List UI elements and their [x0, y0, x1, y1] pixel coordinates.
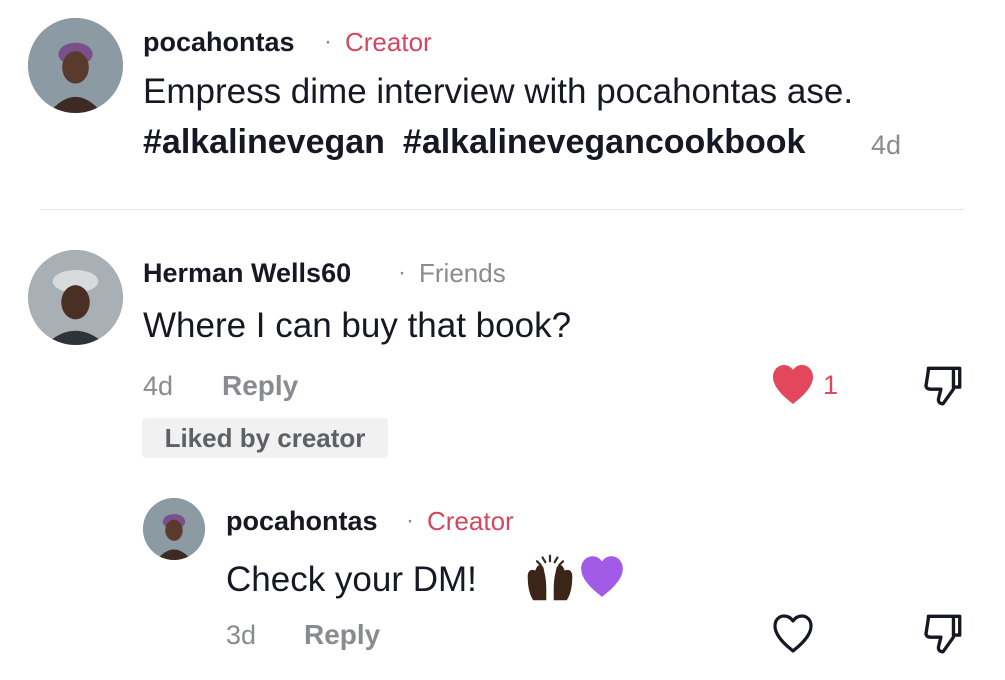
- separator-dot: ·: [406, 507, 414, 534]
- post-author-avatar[interactable]: [28, 18, 123, 113]
- comment-like-count: 1: [823, 370, 839, 400]
- reply-text: Check your DM!: [226, 560, 477, 599]
- hashtag-link[interactable]: #alkalinevegancookbook: [403, 123, 806, 161]
- post-hashtags: #alkalinevegan #alkalinevegancookbook: [143, 123, 823, 162]
- hashtag-link[interactable]: #alkalinevegan: [143, 123, 385, 161]
- raising-hands-emoji: [527, 554, 573, 601]
- reply-age: 3d: [226, 620, 257, 650]
- post-author-name[interactable]: pocahontas: [143, 27, 295, 58]
- divider: [40, 209, 965, 210]
- creator-tag: Creator: [345, 27, 432, 57]
- liked-by-creator-badge: Liked by creator: [142, 418, 388, 458]
- reply-author-name[interactable]: pocahontas: [226, 506, 378, 537]
- friends-tag: Friends: [419, 258, 506, 288]
- thumbs-down-icon[interactable]: [920, 610, 966, 656]
- heart-filled-icon[interactable]: [768, 362, 818, 406]
- comment-author-avatar[interactable]: [28, 250, 123, 345]
- purple-heart-emoji: [581, 556, 623, 597]
- separator-dot: ·: [398, 259, 406, 286]
- thumbs-down-icon[interactable]: [920, 362, 966, 408]
- comment-author-name[interactable]: Herman Wells60: [143, 258, 351, 289]
- reply-reply-button[interactable]: Reply: [304, 619, 380, 651]
- creator-tag: Creator: [427, 506, 514, 536]
- comment-text: Where I can buy that book?: [143, 306, 572, 345]
- reply-author-avatar[interactable]: [143, 498, 205, 560]
- comment-reply-button[interactable]: Reply: [222, 370, 298, 402]
- comment-age: 4d: [143, 371, 174, 401]
- post-age: 4d: [871, 130, 902, 160]
- separator-dot: ·: [324, 28, 332, 55]
- heart-outline-icon[interactable]: [768, 611, 818, 655]
- post-text: Empress dime interview with pocahontas a…: [143, 72, 854, 111]
